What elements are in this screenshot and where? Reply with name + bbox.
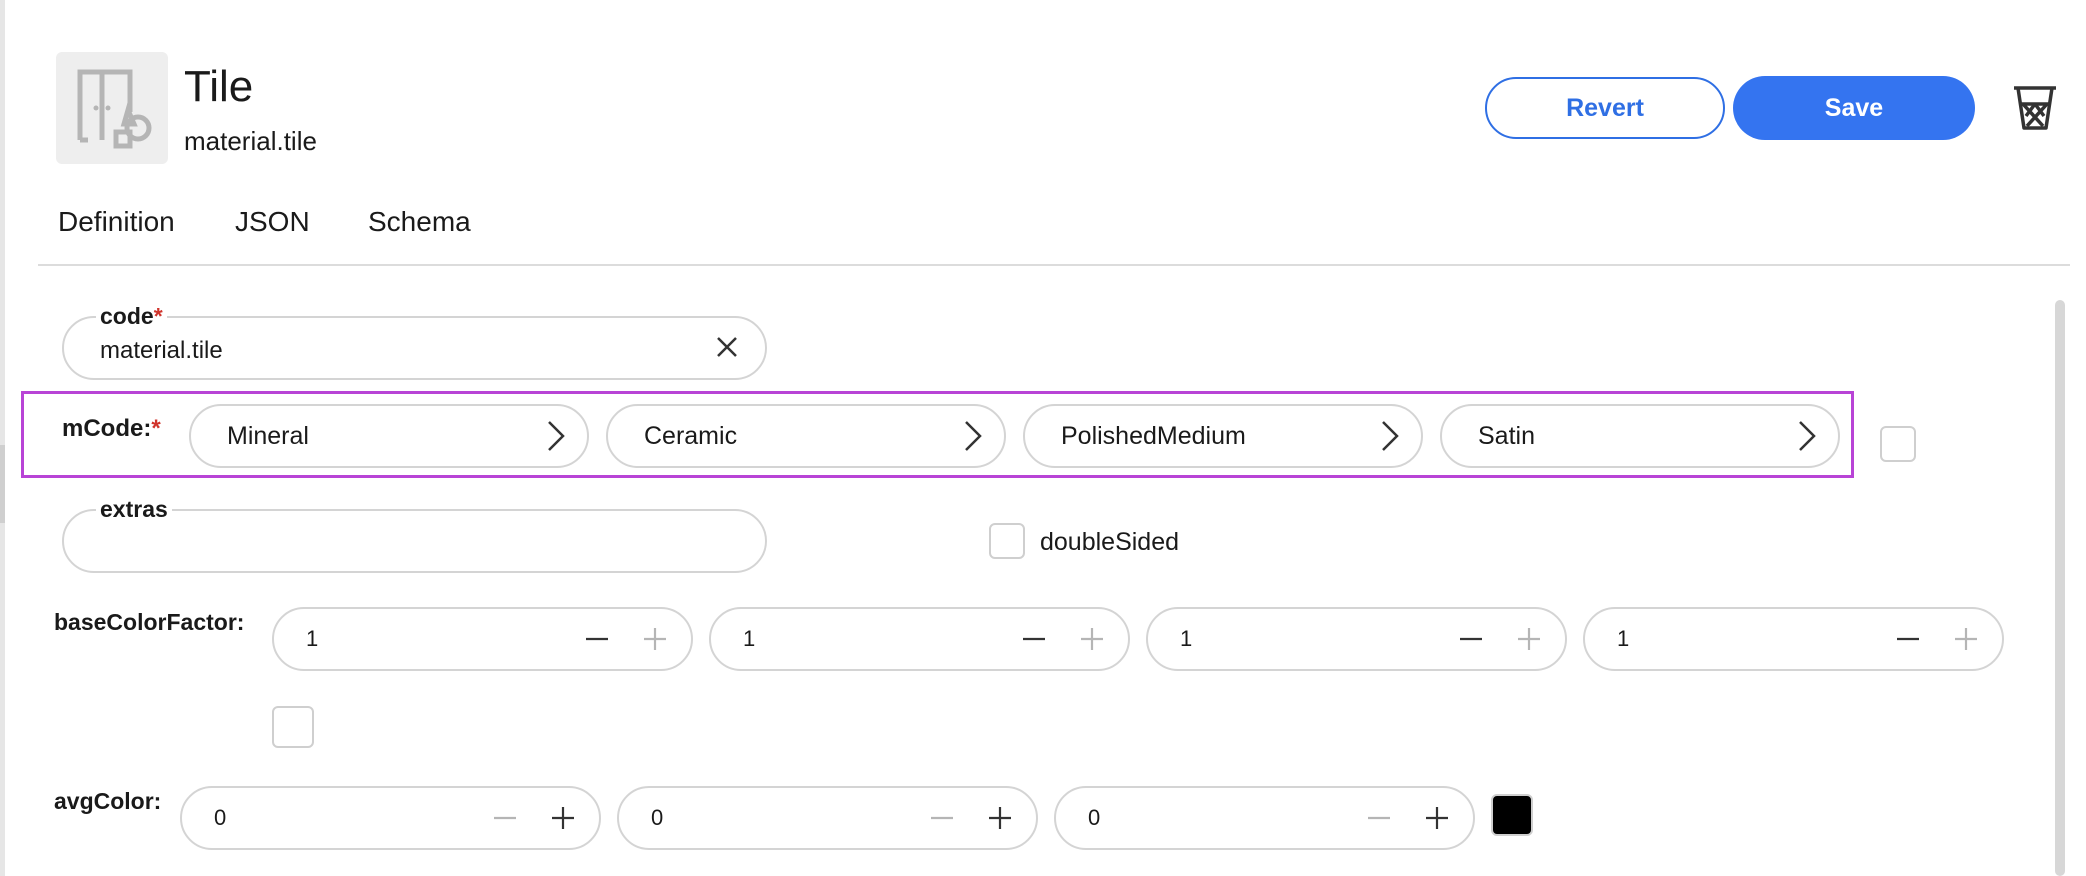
plus-icon <box>552 807 574 829</box>
base-color-factor-checkbox[interactable] <box>272 706 314 748</box>
mcode-checkbox[interactable] <box>1880 426 1916 462</box>
stepper-value: 1 <box>1617 626 1630 651</box>
minus-icon <box>1897 637 1919 641</box>
mcode-label: mCode:* <box>62 415 161 442</box>
avg-color-stepper-2[interactable]: 0 <box>617 786 1038 850</box>
plus-icon <box>1518 628 1540 650</box>
mcode-segment-4[interactable]: Satin <box>1440 404 1840 468</box>
close-icon <box>717 337 737 357</box>
double-sided-checkbox[interactable] <box>989 523 1025 559</box>
mcode-segment-2[interactable]: Ceramic <box>606 404 1006 468</box>
page-subtitle: material.tile <box>184 126 317 156</box>
clear-code-button[interactable] <box>714 334 740 360</box>
avg-color-stepper-3[interactable]: 0 <box>1054 786 1475 850</box>
increment-button[interactable] <box>1078 625 1106 653</box>
minus-icon <box>586 637 608 641</box>
revert-button[interactable]: Revert <box>1485 77 1725 139</box>
extras-label: extras <box>96 496 172 523</box>
tab-json[interactable]: JSON <box>235 206 310 238</box>
base-color-factor-label: baseColorFactor: <box>54 609 245 635</box>
chevron-right-icon <box>1382 421 1399 451</box>
mcode-segment-1[interactable]: Mineral <box>189 404 589 468</box>
left-edge-bar <box>0 0 5 876</box>
vertical-scrollbar[interactable] <box>2055 300 2065 876</box>
plus-icon <box>644 628 666 650</box>
minus-icon <box>1023 637 1045 641</box>
plus-icon <box>1426 807 1448 829</box>
mcode-segment-3[interactable]: PolishedMedium <box>1023 404 1423 468</box>
page-title: Tile <box>184 62 254 111</box>
stepper-value: 1 <box>743 626 756 651</box>
decrement-button[interactable] <box>1894 625 1922 653</box>
decrement-button[interactable] <box>1365 804 1393 832</box>
delete-button[interactable] <box>2010 82 2060 134</box>
base-color-factor-stepper-2[interactable]: 1 <box>709 607 1130 671</box>
left-edge-handle[interactable] <box>0 445 5 523</box>
tile-material-icon <box>77 69 152 149</box>
minus-icon <box>494 816 516 820</box>
minus-icon <box>931 816 953 820</box>
stepper-value: 0 <box>1088 805 1101 830</box>
chevron-right-icon <box>1799 421 1816 451</box>
minus-icon <box>1460 637 1482 641</box>
tab-schema[interactable]: Schema <box>368 206 471 238</box>
plus-icon <box>1955 628 1977 650</box>
save-button[interactable]: Save <box>1733 76 1975 140</box>
minus-icon <box>1368 816 1390 820</box>
increment-button[interactable] <box>549 804 577 832</box>
decrement-button[interactable] <box>583 625 611 653</box>
decrement-button[interactable] <box>1020 625 1048 653</box>
plus-icon <box>1081 628 1103 650</box>
increment-button[interactable] <box>1515 625 1543 653</box>
base-color-factor-stepper-3[interactable]: 1 <box>1146 607 1567 671</box>
required-mark: * <box>151 415 161 442</box>
required-mark: * <box>153 303 163 329</box>
plus-icon <box>989 807 1011 829</box>
increment-button[interactable] <box>986 804 1014 832</box>
increment-button[interactable] <box>641 625 669 653</box>
increment-button[interactable] <box>1952 625 1980 653</box>
double-sided-label: doubleSided <box>1040 528 1180 556</box>
base-color-factor-stepper-4[interactable]: 1 <box>1583 607 2004 671</box>
stepper-value: 0 <box>214 805 227 830</box>
tab-divider <box>38 264 2070 266</box>
avg-color-swatch[interactable] <box>1491 794 1533 836</box>
trash-icon <box>2014 86 2056 130</box>
decrement-button[interactable] <box>491 804 519 832</box>
chevron-right-icon <box>965 421 982 451</box>
code-label: code* <box>96 303 167 330</box>
stepper-value: 0 <box>651 805 664 830</box>
decrement-button[interactable] <box>1457 625 1485 653</box>
base-color-factor-stepper-1[interactable]: 1 <box>272 607 693 671</box>
avg-color-label: avgColor: <box>54 788 162 814</box>
stepper-value: 1 <box>1180 626 1193 651</box>
chevron-right-icon <box>548 421 565 451</box>
tab-definition[interactable]: Definition <box>58 206 175 238</box>
decrement-button[interactable] <box>928 804 956 832</box>
code-value: material.tile <box>100 337 223 364</box>
avg-color-stepper-1[interactable]: 0 <box>180 786 601 850</box>
stepper-value: 1 <box>306 626 319 651</box>
increment-button[interactable] <box>1423 804 1451 832</box>
material-thumbnail <box>56 52 168 164</box>
